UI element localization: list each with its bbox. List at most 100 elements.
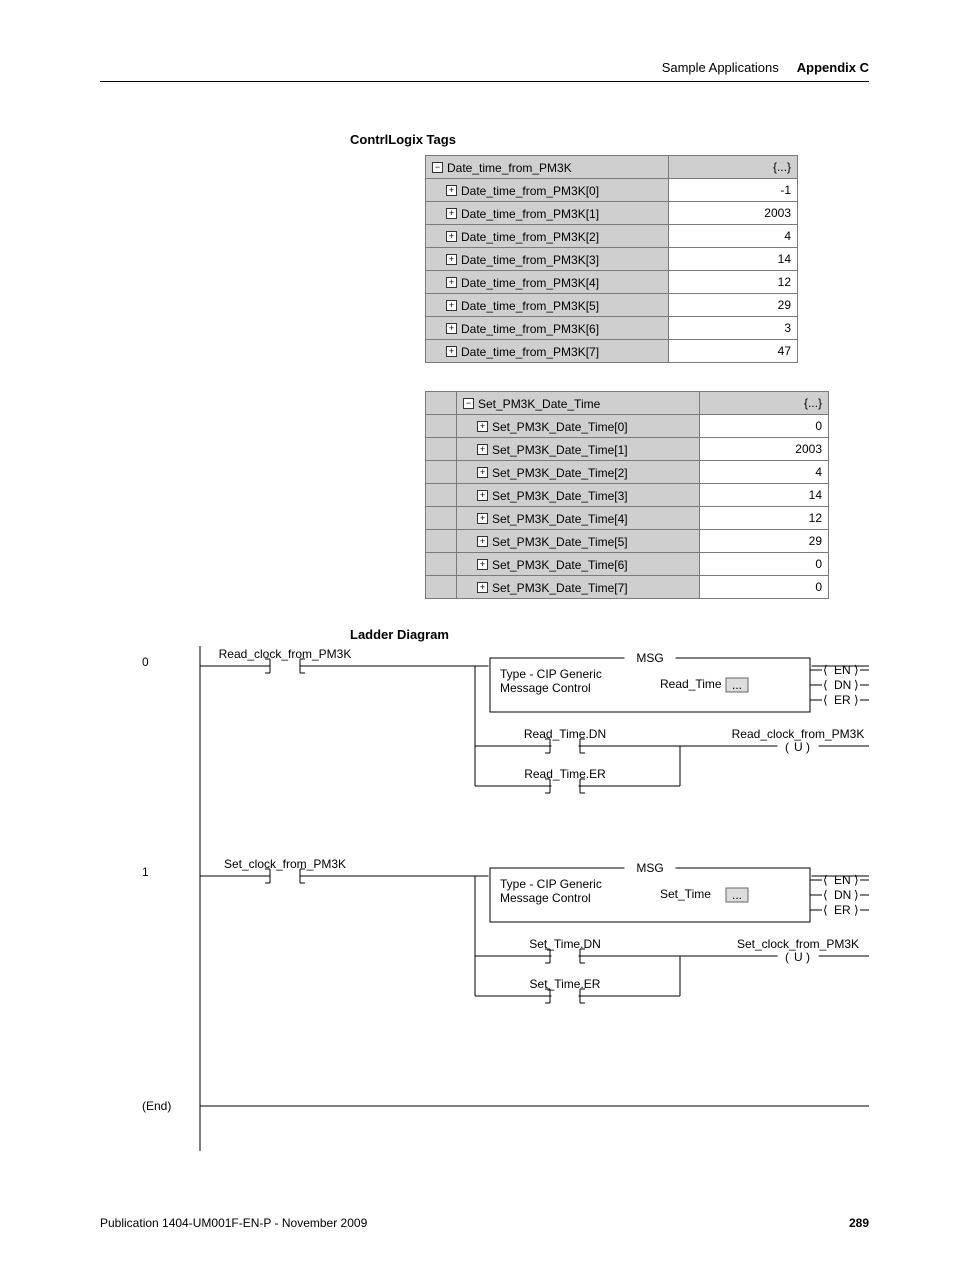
ladder-title: Ladder Diagram: [350, 627, 869, 642]
collapse-icon[interactable]: −: [463, 398, 474, 409]
svg-text:): ): [806, 740, 810, 754]
svg-text:...: ...: [732, 678, 742, 692]
tag-value: 2003: [669, 202, 798, 225]
svg-text:MSG: MSG: [636, 861, 663, 875]
svg-text:⟩: ⟩: [854, 663, 859, 677]
tag-name: Set_PM3K_Date_Time[7]: [492, 581, 628, 595]
svg-text:ER: ER: [834, 693, 851, 707]
tag-value: 0: [700, 576, 829, 599]
tag-name: Date_time_from_PM3K[1]: [461, 207, 599, 221]
tag-table: −Date_time_from_PM3K {...} + Date_time_from…: [425, 155, 798, 363]
svg-text:Set_Time.DN: Set_Time.DN: [529, 937, 601, 951]
svg-text:Type - CIP Generic: Type - CIP Generic: [500, 667, 602, 681]
expand-icon[interactable]: +: [446, 277, 457, 288]
expand-icon[interactable]: +: [446, 300, 457, 311]
expand-icon[interactable]: +: [446, 323, 457, 334]
tag-name: Set_PM3K_Date_Time: [478, 397, 600, 411]
tag-name: Date_time_from_PM3K[6]: [461, 322, 599, 336]
expand-icon[interactable]: +: [446, 208, 457, 219]
tag-table: −Set_PM3K_Date_Time {...} + Set_PM3K_Date_T…: [425, 391, 829, 599]
svg-text:(End): (End): [142, 1099, 171, 1113]
svg-text:⟩: ⟩: [854, 903, 859, 917]
tag-value: 29: [700, 530, 829, 553]
tag-name: Set_PM3K_Date_Time[5]: [492, 535, 628, 549]
tag-value: {...}: [700, 392, 829, 415]
tag-value: 4: [700, 461, 829, 484]
tag-name: Date_time_from_PM3K[2]: [461, 230, 599, 244]
svg-text:EN: EN: [834, 873, 851, 887]
svg-text:U: U: [794, 950, 803, 964]
svg-text:Read_Time.DN: Read_Time.DN: [524, 727, 606, 741]
tag-value: 14: [669, 248, 798, 271]
svg-text:DN: DN: [834, 888, 851, 902]
expand-icon[interactable]: +: [477, 536, 488, 547]
tag-value: 4: [669, 225, 798, 248]
tag-value: 0: [700, 553, 829, 576]
svg-text:Set_Time: Set_Time: [660, 887, 711, 901]
svg-text:Read_clock_from_PM3K: Read_clock_from_PM3K: [219, 647, 352, 661]
svg-text:EN: EN: [834, 663, 851, 677]
tag-name: Set_PM3K_Date_Time[4]: [492, 512, 628, 526]
ladder-diagram: 0 Read_clock_from_PM3K MSG Type - CIP Gener…: [120, 646, 869, 1156]
tag-value: 12: [669, 271, 798, 294]
tag-name: Set_PM3K_Date_Time[0]: [492, 420, 628, 434]
svg-text:Type - CIP Generic: Type - CIP Generic: [500, 877, 602, 891]
tag-value: -1: [669, 179, 798, 202]
svg-text:U: U: [794, 740, 803, 754]
expand-icon[interactable]: +: [477, 444, 488, 455]
expand-icon[interactable]: +: [477, 559, 488, 570]
tag-name: Date_time_from_PM3K[3]: [461, 253, 599, 267]
svg-text:(: (: [785, 950, 789, 964]
svg-text:Read_Time.ER: Read_Time.ER: [524, 767, 606, 781]
svg-text:⟨: ⟨: [823, 678, 828, 692]
expand-icon[interactable]: +: [477, 421, 488, 432]
svg-text:MSG: MSG: [636, 651, 663, 665]
expand-icon[interactable]: +: [477, 467, 488, 478]
footer-page: 289: [849, 1216, 869, 1230]
svg-text:...: ...: [732, 888, 742, 902]
tag-value: 12: [700, 507, 829, 530]
svg-text:0: 0: [142, 655, 149, 669]
svg-text:(: (: [785, 740, 789, 754]
tag-name: Date_time_from_PM3K[7]: [461, 345, 599, 359]
tag-name: Date_time_from_PM3K[0]: [461, 184, 599, 198]
expand-icon[interactable]: +: [446, 231, 457, 242]
expand-icon[interactable]: +: [446, 185, 457, 196]
page-footer: Publication 1404-UM001F-EN-P - November …: [100, 1216, 869, 1230]
svg-text:Set_clock_from_PM3K: Set_clock_from_PM3K: [224, 857, 346, 871]
svg-text:): ): [806, 950, 810, 964]
tag-name: Date_time_from_PM3K: [447, 161, 572, 175]
expand-icon[interactable]: +: [477, 490, 488, 501]
expand-icon[interactable]: +: [477, 513, 488, 524]
expand-icon[interactable]: +: [446, 346, 457, 357]
tag-name: Set_PM3K_Date_Time[3]: [492, 489, 628, 503]
tag-value: 47: [669, 340, 798, 363]
svg-text:Set_Time.ER: Set_Time.ER: [530, 977, 601, 991]
expand-icon[interactable]: +: [446, 254, 457, 265]
svg-text:⟨: ⟨: [823, 903, 828, 917]
svg-text:Set_clock_from_PM3K: Set_clock_from_PM3K: [737, 937, 859, 951]
tag-value: 3: [669, 317, 798, 340]
svg-text:⟨: ⟨: [823, 873, 828, 887]
svg-text:⟩: ⟩: [854, 873, 859, 887]
svg-text:⟨: ⟨: [823, 888, 828, 902]
svg-text:⟩: ⟩: [854, 693, 859, 707]
expand-icon[interactable]: +: [477, 582, 488, 593]
tag-name: Set_PM3K_Date_Time[6]: [492, 558, 628, 572]
tag-name: Set_PM3K_Date_Time[1]: [492, 443, 628, 457]
tag-value: {...}: [669, 156, 798, 179]
svg-text:Read_clock_from_PM3K: Read_clock_from_PM3K: [732, 727, 865, 741]
collapse-icon[interactable]: −: [432, 162, 443, 173]
tag-value: 14: [700, 484, 829, 507]
svg-text:1: 1: [142, 865, 149, 879]
header-rule: [100, 81, 869, 82]
tag-name: Date_time_from_PM3K[5]: [461, 299, 599, 313]
tag-name: Set_PM3K_Date_Time[2]: [492, 466, 628, 480]
svg-text:Read_Time: Read_Time: [660, 677, 722, 691]
svg-text:⟨: ⟨: [823, 663, 828, 677]
svg-text:ER: ER: [834, 903, 851, 917]
svg-text:⟩: ⟩: [854, 678, 859, 692]
footer-publication: Publication 1404-UM001F-EN-P - November …: [100, 1216, 367, 1230]
tag-name: Date_time_from_PM3K[4]: [461, 276, 599, 290]
header-section: Sample Applications: [662, 60, 779, 75]
